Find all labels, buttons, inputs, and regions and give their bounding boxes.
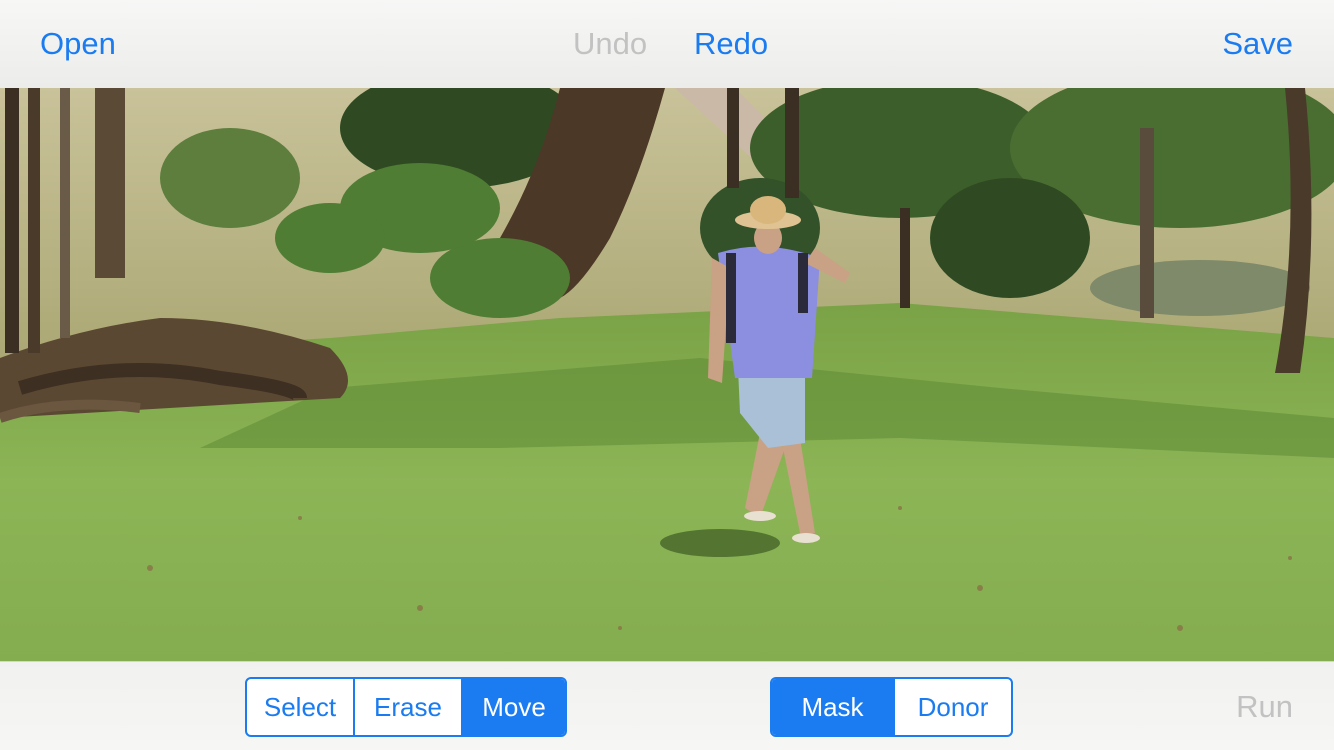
move-tool-button[interactable]: Move bbox=[461, 679, 565, 735]
run-button[interactable]: Run bbox=[1236, 687, 1293, 727]
tool-segmented-control: Select Erase Move bbox=[245, 677, 567, 737]
photo-canvas[interactable] bbox=[0, 88, 1334, 661]
bottom-toolbar: Select Erase Move Mask Donor Run bbox=[0, 661, 1334, 750]
select-tool-button[interactable]: Select bbox=[247, 679, 353, 735]
undo-button[interactable]: Undo bbox=[573, 24, 647, 64]
layer-segmented-control: Mask Donor bbox=[770, 677, 1013, 737]
erase-tool-button[interactable]: Erase bbox=[353, 679, 461, 735]
mask-button[interactable]: Mask bbox=[772, 679, 893, 735]
save-button[interactable]: Save bbox=[1222, 24, 1293, 64]
redo-button[interactable]: Redo bbox=[694, 24, 768, 64]
top-toolbar: Open Undo Redo Save bbox=[0, 0, 1334, 89]
donor-button[interactable]: Donor bbox=[893, 679, 1011, 735]
photo-editor-app: Open Undo Redo Save Select Erase Move Ma… bbox=[0, 0, 1334, 750]
park-photo bbox=[0, 88, 1334, 661]
open-button[interactable]: Open bbox=[40, 24, 116, 64]
